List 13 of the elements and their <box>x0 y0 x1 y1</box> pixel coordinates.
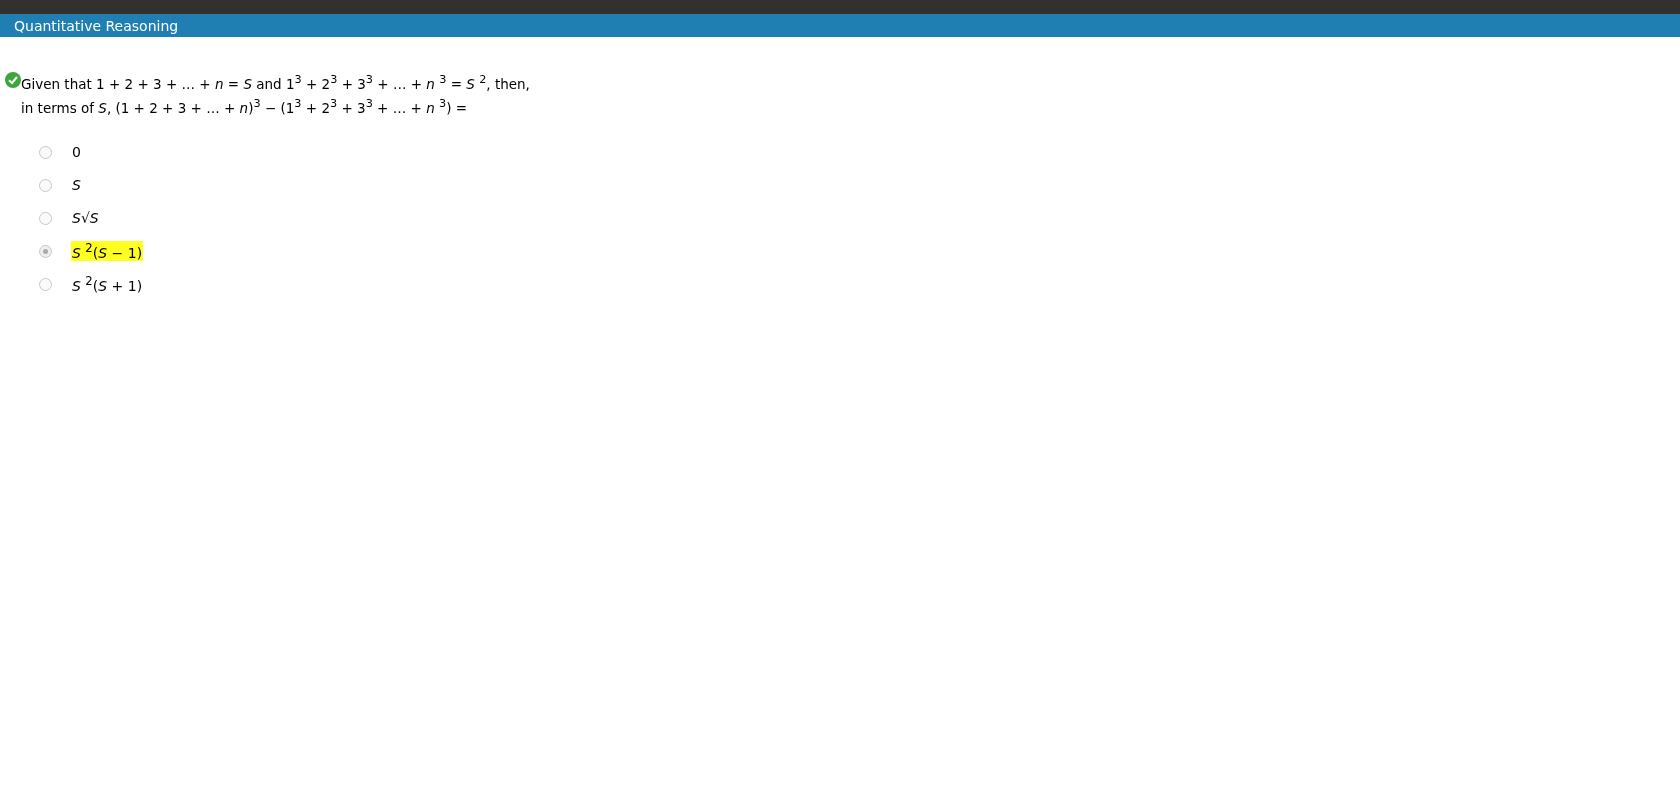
radio-button[interactable] <box>39 277 52 291</box>
answer-option[interactable]: S $^{2}$(S + 1) <box>71 274 144 294</box>
answer-option[interactable]: S√S <box>71 210 100 226</box>
radio-button[interactable] <box>39 211 52 225</box>
answer-option[interactable]: S <box>71 177 82 193</box>
section-title: Quantitative Reasoning <box>14 17 179 34</box>
question-text: in terms of S, (1 + 2 + 3 + … + n)$^{3}$ − (1$^{3}$ + 2$^{3}$ + 3$^{3}$ + … + n $^{3}$) = <box>21 95 469 117</box>
answer-option[interactable]: 0 <box>71 144 82 160</box>
radio-button[interactable] <box>39 178 52 192</box>
answer-option[interactable]: S $^{2}$(S − 1) <box>71 241 144 261</box>
radio-button[interactable] <box>39 244 52 258</box>
radio-button[interactable] <box>39 145 52 159</box>
question-text: Given that 1 + 2 + 3 + … + n = S and 1$^{3}$ + 2$^{3}$ + 3$^{3}$ + … + n $^{3}$ = S $^{2}$, then, <box>21 72 530 94</box>
